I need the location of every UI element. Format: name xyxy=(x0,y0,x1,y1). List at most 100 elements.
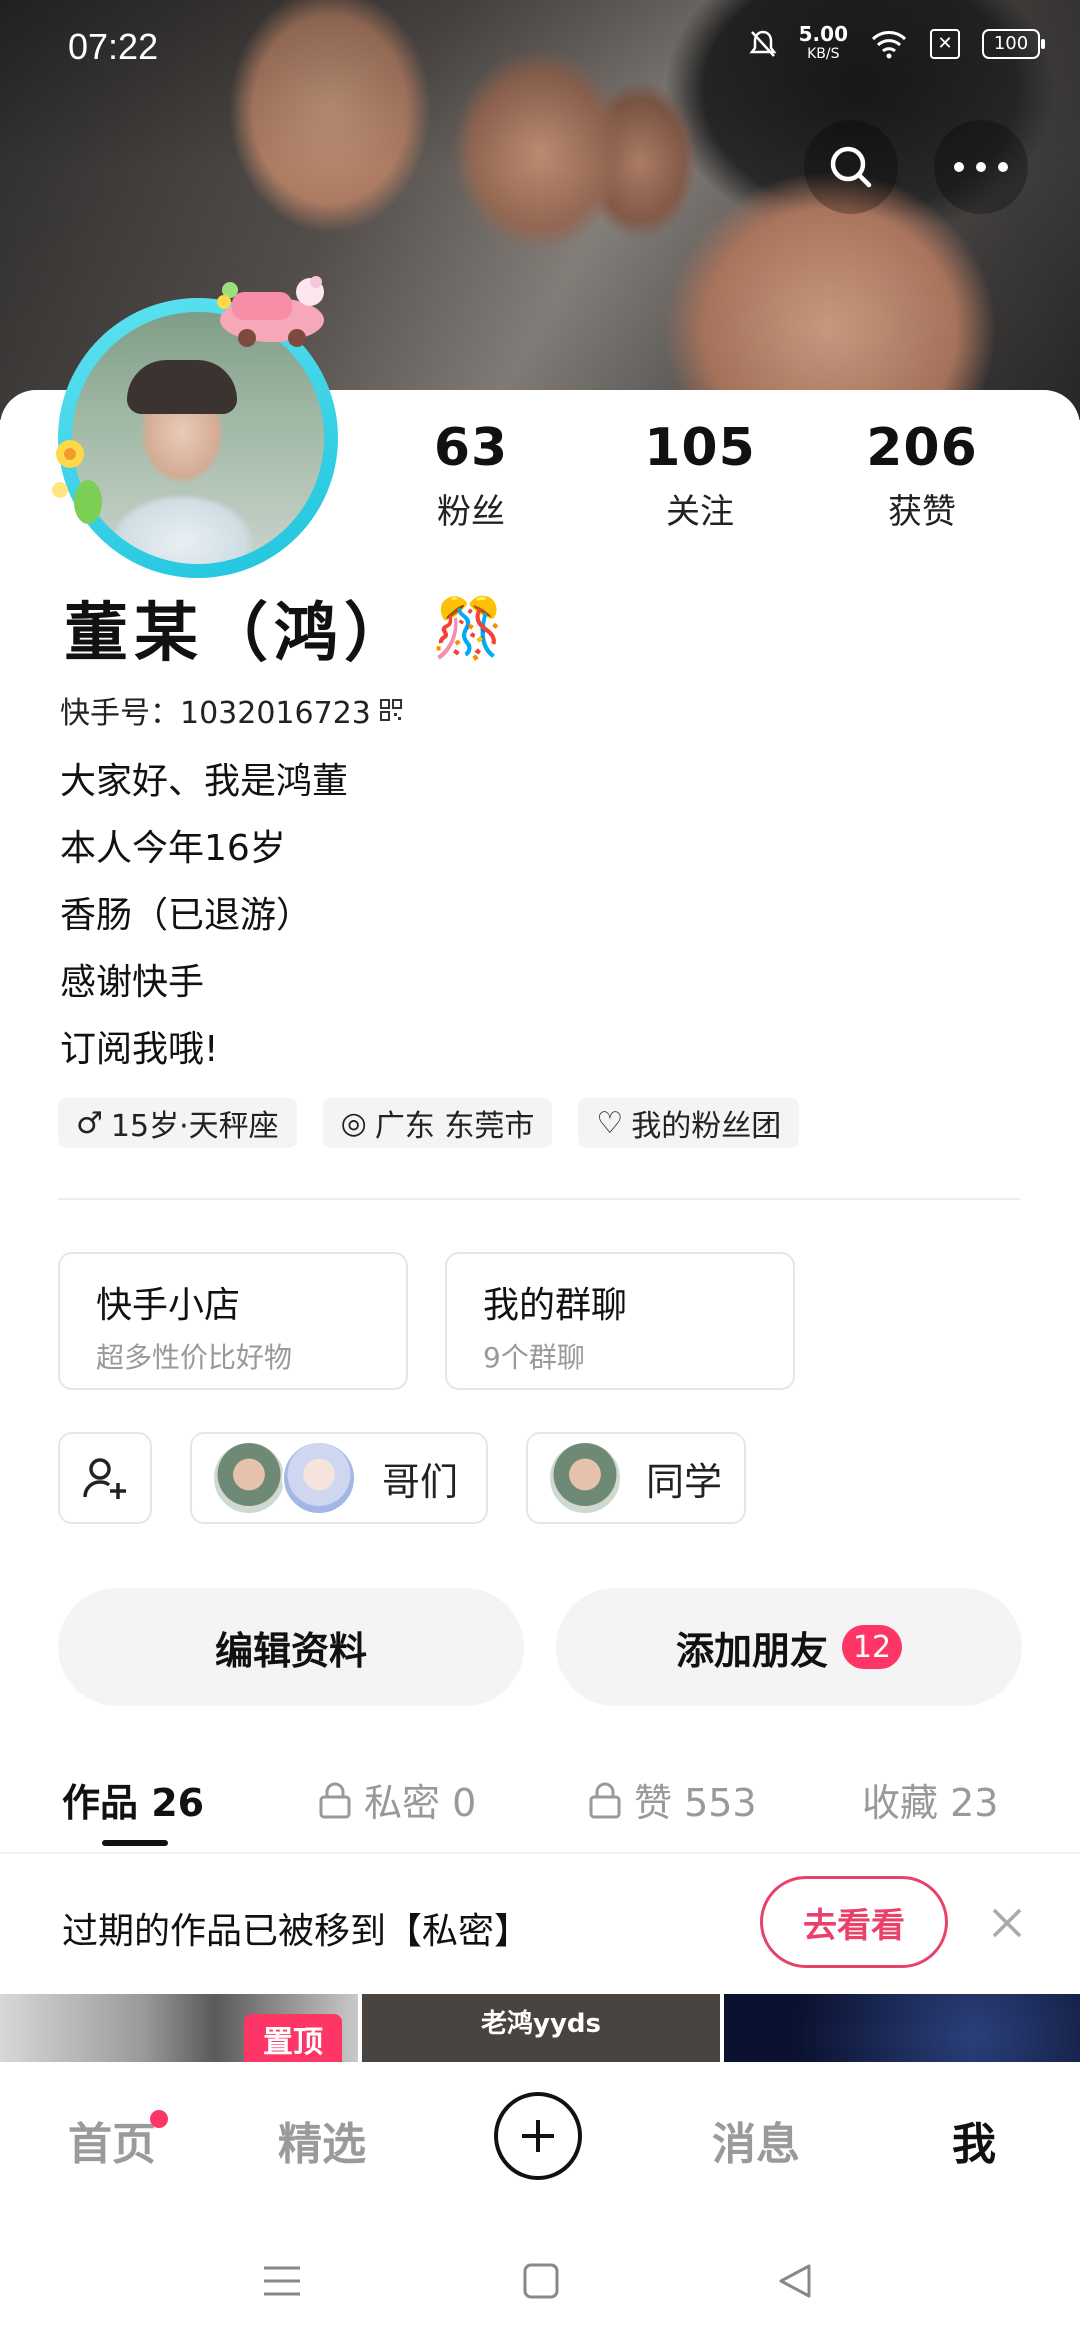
search-button[interactable] xyxy=(804,120,898,214)
add-group-button[interactable] xyxy=(58,1432,152,1524)
group-chat-subtitle: 9个群聊 xyxy=(483,1341,585,1374)
tag-fan-club-text: 我的粉丝团 xyxy=(631,1109,782,1144)
notification-dot xyxy=(150,2110,168,2128)
stat-likes-value: 206 xyxy=(866,418,978,478)
stat-following[interactable]: 105 关注 xyxy=(620,418,780,533)
group-chip-label: 同学 xyxy=(646,1459,723,1504)
notice-text: 过期的作品已被移到【私密】 xyxy=(62,1911,531,1952)
tag-location-text: 广东 东莞市 xyxy=(374,1109,535,1144)
tab-likes[interactable]: 赞 553 xyxy=(588,1772,757,1827)
qr-code-icon xyxy=(379,699,402,721)
home-square-icon[interactable] xyxy=(522,2262,560,2300)
group-chip-classmates[interactable]: 同学 xyxy=(526,1432,746,1524)
network-speed-value: 5.00 xyxy=(798,22,848,46)
heart-icon: ♡ xyxy=(596,1105,624,1141)
stat-fans-value: 63 xyxy=(433,418,509,478)
tab-private[interactable]: 私密 0 xyxy=(318,1772,476,1827)
nav-me[interactable]: 我 xyxy=(952,2108,996,2172)
bio-line: 香肠（已退游） xyxy=(60,895,313,936)
tab-favorites-label: 收藏 23 xyxy=(862,1781,999,1825)
status-time: 07:22 xyxy=(68,26,159,67)
group-member-avatar xyxy=(212,1441,286,1515)
shop-title: 快手小店 xyxy=(96,1285,241,1326)
tab-private-label: 私密 0 xyxy=(364,1781,477,1825)
lock-icon xyxy=(589,1782,621,1818)
nav-featured[interactable]: 精选 xyxy=(278,2108,366,2172)
group-chat-card[interactable]: 我的群聊 9个群聊 xyxy=(445,1252,795,1390)
tab-works-label: 作品 26 xyxy=(62,1781,205,1825)
tab-favorites[interactable]: 收藏 23 xyxy=(862,1772,998,1827)
profile-name: 董某（鸿） 🎊 xyxy=(64,582,510,674)
mute-bell-icon xyxy=(749,30,777,57)
search-icon xyxy=(830,146,872,188)
expired-works-notice: 过期的作品已被移到【私密】 去看看 xyxy=(0,1852,1080,1996)
bio-line: 本人今年16岁 xyxy=(60,828,286,869)
confetti-icon: 🎊 xyxy=(432,593,511,662)
battery-icon: 100 xyxy=(982,29,1045,59)
profile-name-text: 董某（鸿） xyxy=(64,597,414,671)
group-chip-bros[interactable]: 哥们 xyxy=(190,1432,488,1524)
wifi-icon xyxy=(871,31,907,59)
go-look-button[interactable]: 去看看 xyxy=(760,1876,948,1968)
edit-profile-label: 编辑资料 xyxy=(214,1628,367,1673)
location-icon: ◎ xyxy=(340,1105,367,1141)
create-button[interactable] xyxy=(494,2092,582,2180)
works-grid: 置顶 老鸿yyds xyxy=(0,1994,1080,2064)
kuaishou-id-text: 快手号：1032016723 xyxy=(60,696,371,731)
content-tabs: 作品 26 私密 0 赞 553 收藏 23 xyxy=(0,1760,1080,1850)
menu-icon[interactable] xyxy=(262,2264,302,2298)
sim-icon: ✕ xyxy=(930,29,960,59)
tag-age[interactable]: ♂ 15岁·天秤座 xyxy=(58,1098,297,1148)
status-bar: 07:22 5.00 KB/S ✕ 100 xyxy=(0,0,1080,96)
group-chat-title: 我的群聊 xyxy=(483,1285,628,1326)
add-user-icon xyxy=(83,1458,126,1499)
add-friend-button[interactable]: 添加朋友 12 xyxy=(556,1588,1022,1706)
stat-fans-label: 粉丝 xyxy=(437,492,505,532)
edit-profile-button[interactable]: 编辑资料 xyxy=(58,1588,524,1706)
shop-card[interactable]: 快手小店 超多性价比好物 xyxy=(58,1252,408,1390)
status-icons: 5.00 KB/S ✕ 100 xyxy=(749,24,1045,64)
male-icon: ♂ xyxy=(76,1105,103,1141)
nav-home[interactable]: 首页 xyxy=(68,2108,156,2172)
avatar-hair xyxy=(127,360,237,414)
shop-subtitle: 超多性价比好物 xyxy=(96,1341,293,1374)
system-navigation xyxy=(0,2210,1080,2340)
thumbnail-caption: 老鸿yyds xyxy=(481,2009,601,2039)
stat-following-label: 关注 xyxy=(666,492,734,532)
tab-active-indicator xyxy=(102,1840,168,1846)
group-member-avatar xyxy=(282,1441,356,1515)
tab-works[interactable]: 作品 26 xyxy=(62,1772,204,1827)
profile-bio: 大家好、我是鸿董 本人今年16岁 香肠（已退游） 感谢快手 订阅我哦! xyxy=(60,748,348,1083)
avatar-flower-decoration-icon xyxy=(52,440,102,524)
bottom-navigation: 首页 精选 消息 我 xyxy=(0,2062,1080,2210)
back-icon[interactable] xyxy=(776,2262,814,2300)
bio-line: 大家好、我是鸿董 xyxy=(60,761,349,802)
bio-line: 订阅我哦! xyxy=(60,1029,219,1070)
kuaishou-id[interactable]: 快手号：1032016723 xyxy=(60,688,403,732)
more-button[interactable] xyxy=(934,120,1028,214)
add-friend-badge: 12 xyxy=(842,1625,902,1669)
work-thumbnail[interactable] xyxy=(724,1994,1080,2064)
group-chip-label: 哥们 xyxy=(382,1459,459,1504)
tab-likes-label: 赞 553 xyxy=(634,1781,757,1825)
tag-location[interactable]: ◎ 广东 东莞市 xyxy=(322,1098,553,1148)
stat-likes-label: 获赞 xyxy=(888,492,956,532)
stat-likes[interactable]: 206 获赞 xyxy=(842,418,1002,533)
avatar-car-decoration-icon xyxy=(217,276,324,347)
nav-messages[interactable]: 消息 xyxy=(712,2108,800,2172)
network-speed-unit: KB/S xyxy=(807,46,840,62)
tag-age-text: 15岁·天秤座 xyxy=(110,1109,279,1144)
stat-following-value: 105 xyxy=(644,418,756,478)
lock-icon xyxy=(319,1782,351,1818)
close-icon[interactable] xyxy=(990,1906,1024,1940)
group-member-avatar xyxy=(548,1441,622,1515)
stat-fans[interactable]: 63 粉丝 xyxy=(391,418,551,533)
bio-line: 感谢快手 xyxy=(60,962,205,1003)
pinned-badge: 置顶 xyxy=(244,2014,342,2064)
profile-tags: ♂ 15岁·天秤座 ◎ 广东 东莞市 ♡ 我的粉丝团 xyxy=(58,1098,800,1148)
network-speed: 5.00 KB/S xyxy=(799,24,848,64)
tag-fan-club[interactable]: ♡ 我的粉丝团 xyxy=(578,1098,800,1148)
work-thumbnail[interactable]: 老鸿yyds xyxy=(362,1994,720,2064)
plus-icon xyxy=(522,2120,554,2152)
divider xyxy=(58,1198,1020,1200)
